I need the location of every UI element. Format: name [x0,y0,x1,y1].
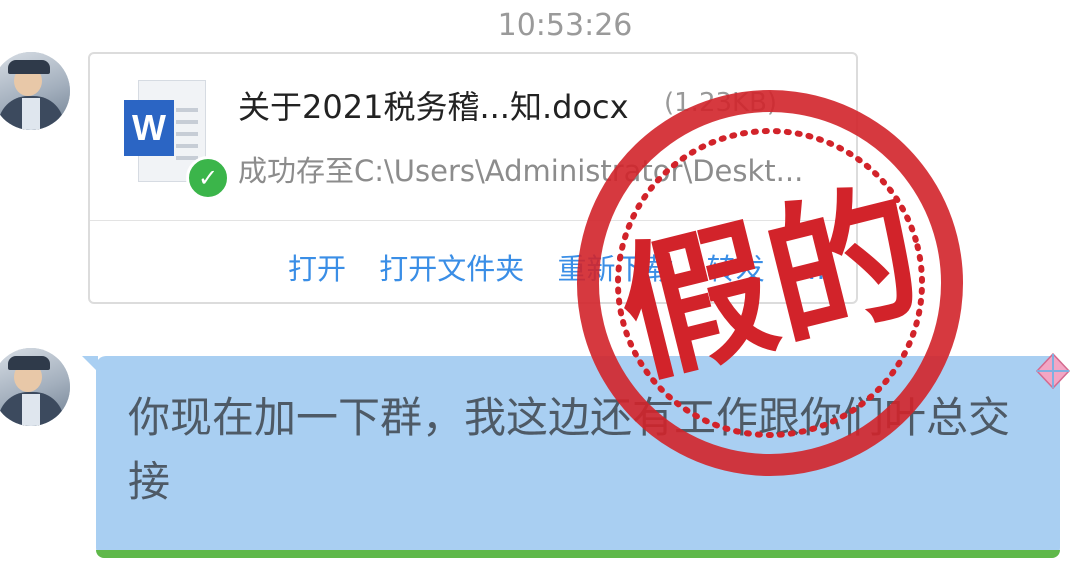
sender-avatar[interactable] [0,348,70,426]
stamp-text: 假的 [604,164,937,405]
fake-stamp: 假的 [577,90,963,476]
sender-avatar[interactable] [0,52,70,130]
message-timestamp: 10:53:26 [497,8,633,43]
bubble-accent [96,550,1060,558]
bubble-tail [82,356,98,372]
open-folder-link[interactable]: 打开文件夹 [379,252,524,286]
checkmark-icon: ✓ [186,156,230,200]
open-file-link[interactable]: 打开 [288,252,346,286]
kite-icon [1035,352,1071,390]
